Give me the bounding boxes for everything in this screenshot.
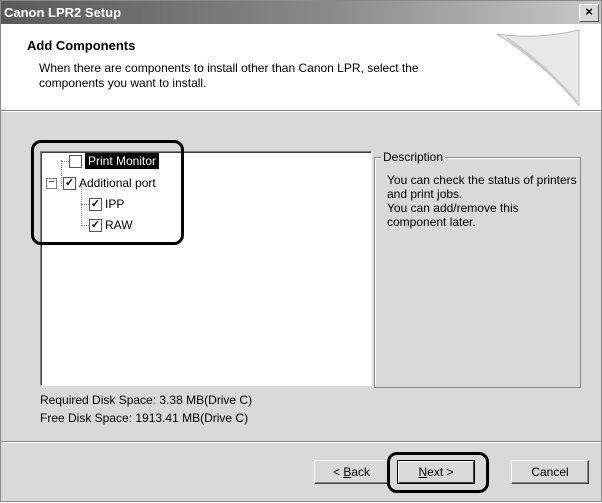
header-decoration-icon [496, 29, 580, 108]
description-legend: Description [381, 150, 446, 164]
title-bar[interactable]: Canon LPR2 Setup × [1, 1, 601, 24]
back-prefix: < [332, 465, 344, 479]
description-text: You can check the status of printers and… [387, 173, 577, 229]
highlight-callout [387, 452, 489, 493]
close-button[interactable]: × [579, 4, 599, 22]
setup-dialog: Canon LPR2 Setup × Add Components When t… [0, 0, 602, 502]
cancel-button[interactable]: Cancel [511, 460, 589, 484]
wizard-header: Add Components When there are components… [1, 24, 601, 111]
free-disk-space: Free Disk Space: 1913.41 MB(Drive C) [40, 411, 249, 425]
required-disk-space: Required Disk Space: 3.38 MB(Drive C) [40, 393, 253, 407]
page-title: Add Components [27, 38, 136, 53]
highlight-callout [31, 140, 184, 245]
page-description: When there are components to install oth… [39, 61, 419, 90]
footer-divider [1, 441, 601, 443]
back-rest: ack [351, 465, 371, 479]
window-title: Canon LPR2 Setup [4, 5, 122, 20]
back-button[interactable]: < Back [314, 460, 389, 484]
close-icon: × [585, 4, 593, 19]
header-divider [1, 111, 601, 112]
